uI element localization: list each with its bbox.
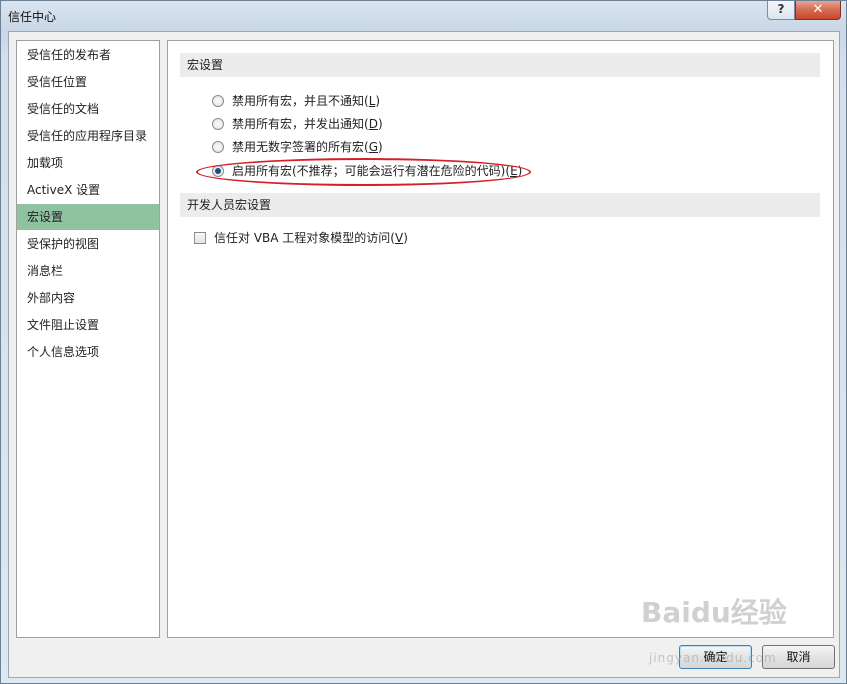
- radio-button[interactable]: [212, 95, 224, 107]
- baidu-watermark-url: jingyan.baidu.com: [649, 651, 777, 665]
- checkbox[interactable]: [194, 232, 206, 244]
- help-button[interactable]: ?: [767, 1, 795, 20]
- sidebar-item-privacy-options[interactable]: 个人信息选项: [17, 339, 159, 365]
- dialog-client-area: 受信任的发布者 受信任位置 受信任的文档 受信任的应用程序目录 加载项 Acti…: [8, 31, 840, 678]
- sidebar-item-macro-settings[interactable]: 宏设置: [17, 204, 159, 230]
- sidebar-item-trusted-app-catalogs[interactable]: 受信任的应用程序目录: [17, 123, 159, 149]
- trust-center-dialog: 信任中心 ? ✕ 受信任的发布者 受信任位置 受信任的文档 受信任的应用程序目录…: [0, 0, 847, 684]
- developer-macro-settings-header: 开发人员宏设置: [180, 193, 820, 217]
- sidebar-item-protected-view[interactable]: 受保护的视图: [17, 231, 159, 257]
- sidebar-item-add-ins[interactable]: 加载项: [17, 150, 159, 176]
- sidebar-item-trusted-documents[interactable]: 受信任的文档: [17, 96, 159, 122]
- close-button[interactable]: ✕: [795, 1, 841, 20]
- settings-panel: 宏设置 禁用所有宏，并且不通知(L) 禁用所有宏，并发出通知(D) 禁用无数字签…: [167, 40, 834, 638]
- radio-button[interactable]: [212, 118, 224, 130]
- radio-button[interactable]: [212, 141, 224, 153]
- window-title: 信任中心: [8, 10, 57, 24]
- sidebar-nav: 受信任的发布者 受信任位置 受信任的文档 受信任的应用程序目录 加载项 Acti…: [16, 40, 160, 638]
- sidebar-item-file-block-settings[interactable]: 文件阻止设置: [17, 312, 159, 338]
- sidebar-item-message-bar[interactable]: 消息栏: [17, 258, 159, 284]
- radio-label[interactable]: 禁用所有宏，并发出通知(D): [232, 114, 383, 134]
- sidebar-item-activex-settings[interactable]: ActiveX 设置: [17, 177, 159, 203]
- red-highlight-annotation: [196, 158, 531, 186]
- radio-label[interactable]: 禁用无数字签署的所有宏(G): [232, 137, 383, 157]
- sidebar-item-external-content[interactable]: 外部内容: [17, 285, 159, 311]
- checkbox-label[interactable]: 信任对 VBA 工程对象模型的访问(V): [214, 228, 408, 248]
- radio-label[interactable]: 禁用所有宏，并且不通知(L): [232, 91, 380, 111]
- sidebar-item-trusted-locations[interactable]: 受信任位置: [17, 69, 159, 95]
- macro-settings-header: 宏设置: [180, 53, 820, 77]
- sidebar-item-trusted-publishers[interactable]: 受信任的发布者: [17, 42, 159, 68]
- title-bar[interactable]: 信任中心 ? ✕: [1, 1, 846, 31]
